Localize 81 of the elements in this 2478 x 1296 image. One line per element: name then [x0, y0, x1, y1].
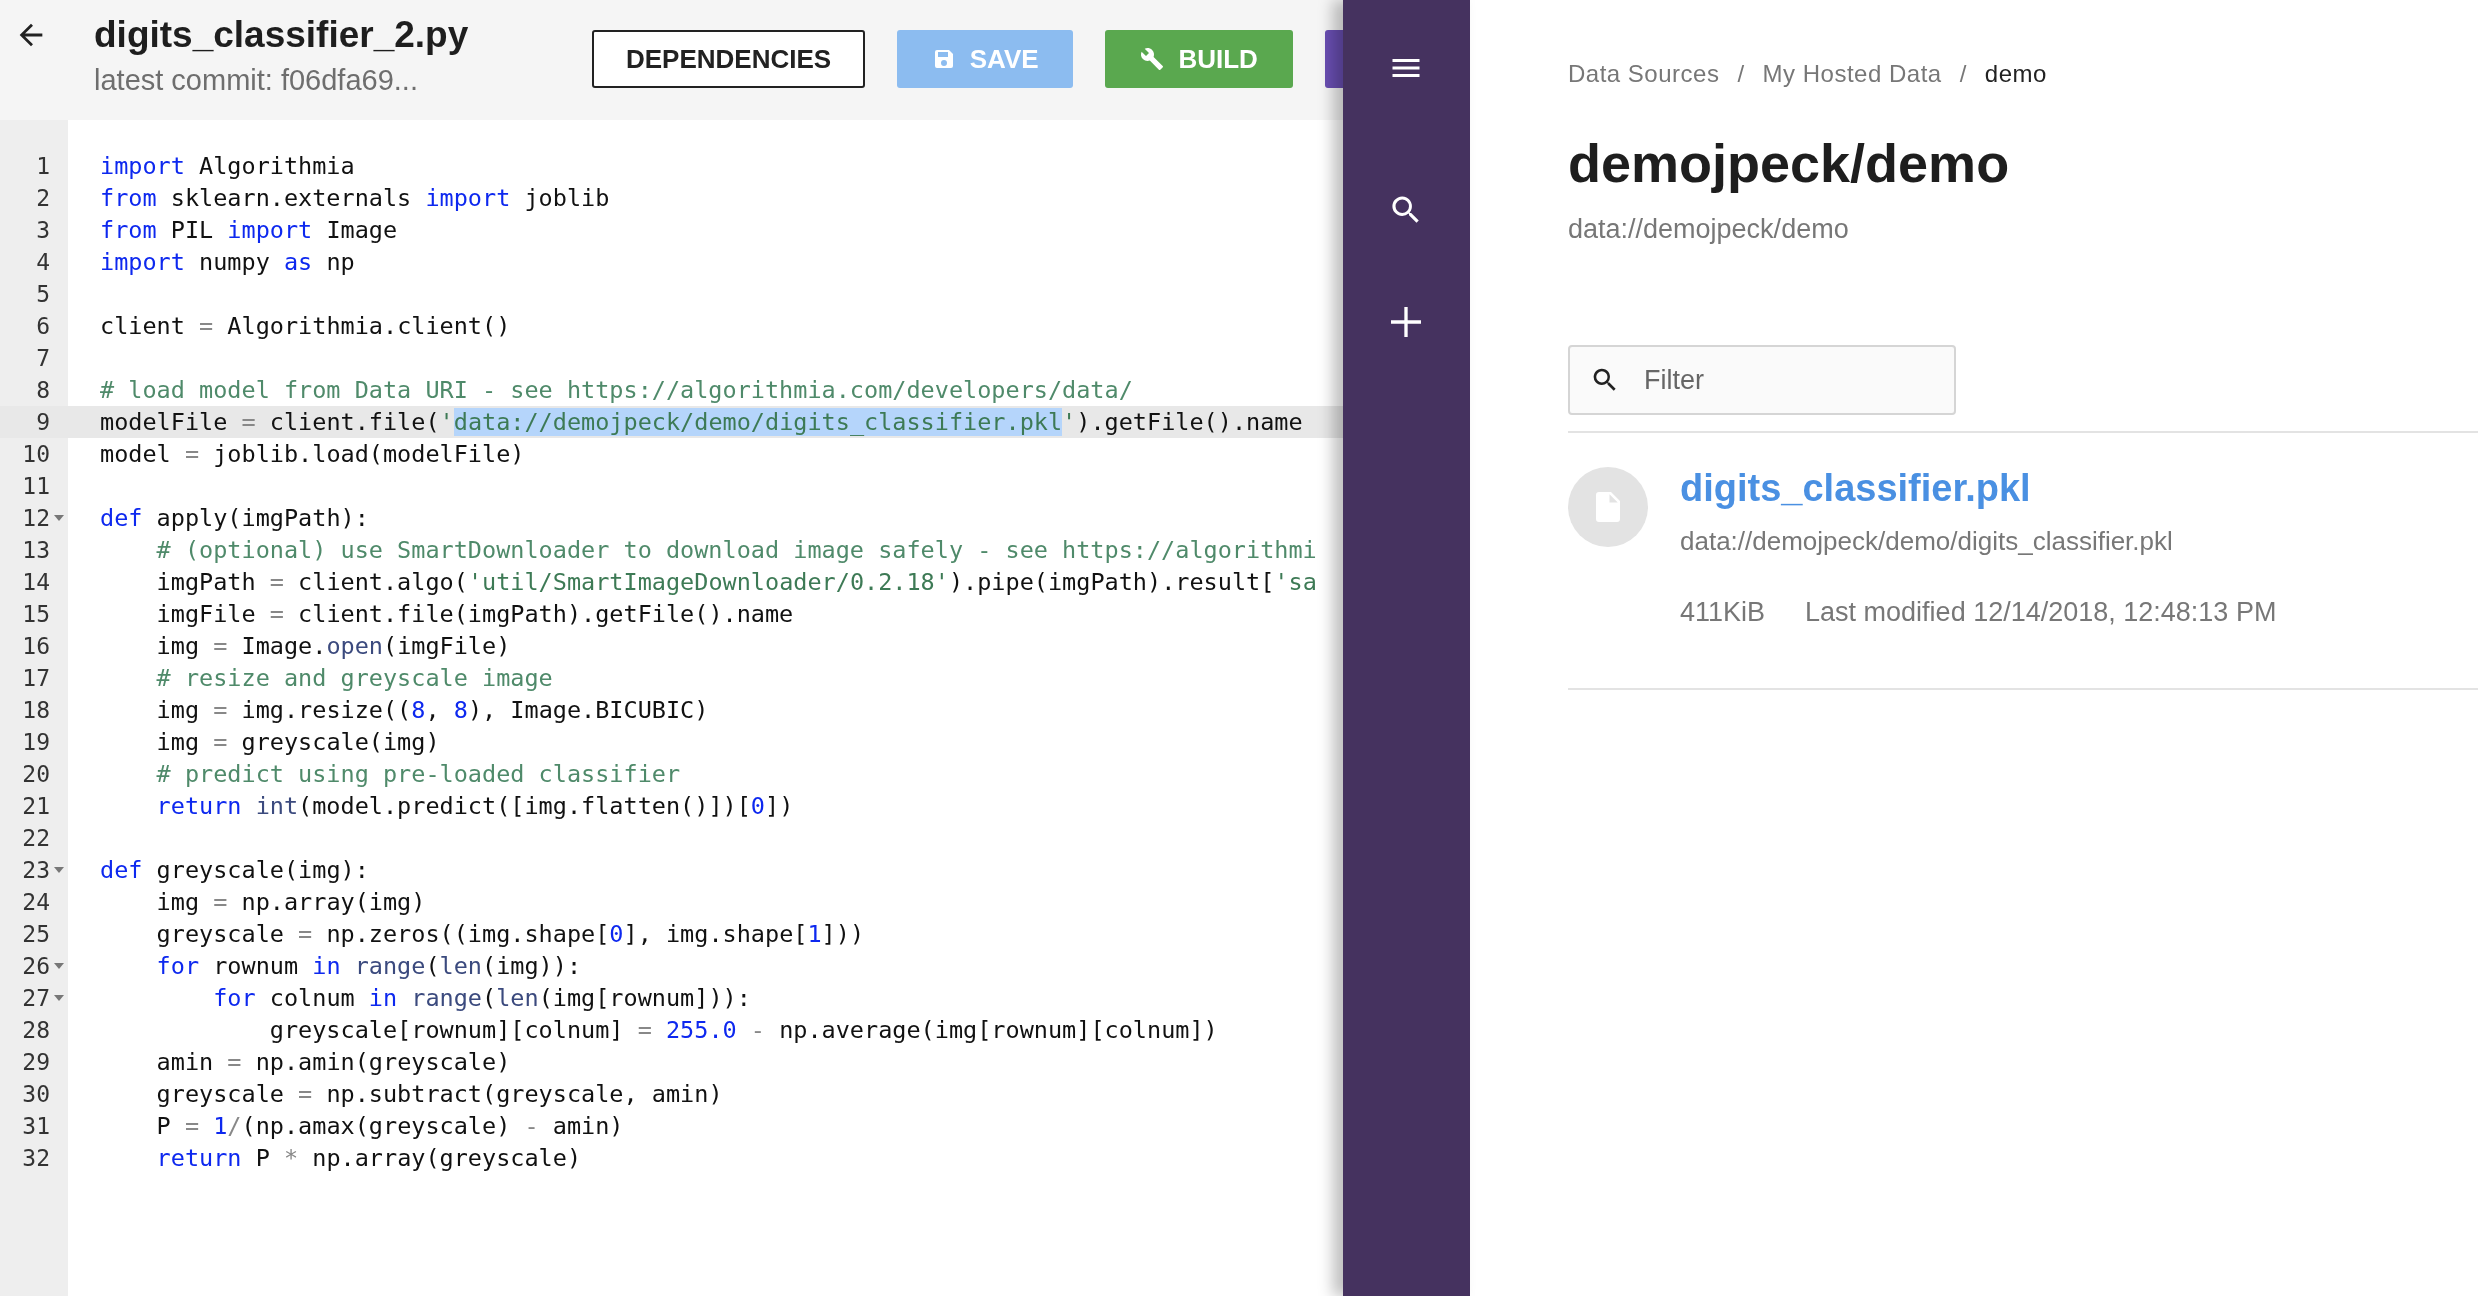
code-line: img = img.resize((8, 8), Image.BICUBIC)	[155, 696, 709, 724]
code-line: for rownum in range(len(img)):	[155, 952, 582, 980]
code-line: def greyscale(img):	[99, 856, 369, 884]
breadcrumb-separator: /	[1959, 60, 1967, 88]
line-number: 3	[36, 217, 50, 243]
code-line: def apply(imgPath):	[99, 504, 369, 532]
last-modified: Last modified 12/14/2018, 12:48:13 PM	[1805, 597, 2277, 628]
build-button[interactable]: BUILD	[1105, 30, 1294, 88]
filter-field[interactable]: Filter	[1568, 345, 1956, 415]
line-number: 13	[22, 537, 50, 563]
fold-caret-icon[interactable]	[54, 867, 64, 873]
line-number: 14	[22, 569, 50, 595]
line-number: 8	[36, 377, 50, 403]
line-number: 18	[22, 697, 50, 723]
line-number: 2	[36, 185, 50, 211]
file-uri: data://demojpeck/demo/digits_classifier.pkl	[1680, 526, 2174, 557]
file-size: 411KiB	[1680, 597, 1766, 628]
line-number: 28	[22, 1017, 50, 1043]
collection-title: demojpeck/demo	[1568, 132, 2010, 194]
code-line: # predict using pre-loaded classifier	[155, 760, 681, 788]
line-number: 21	[22, 793, 50, 819]
breadcrumb-link[interactable]: Data Sources	[1568, 60, 1720, 88]
code-line: client = Algorithmia.client()	[99, 312, 511, 340]
file-title: digits_classifier_2.py	[94, 14, 470, 56]
code-line: img = Image.open(imgFile)	[155, 632, 511, 660]
line-number: 25	[22, 921, 50, 947]
line-number: 12	[22, 505, 50, 531]
code-line: greyscale[rownum][colnum] = 255.0 - np.average(img[rownum][colnum])	[268, 1016, 1218, 1044]
breadcrumb-current[interactable]: demo	[1984, 60, 2047, 88]
line-number: 7	[36, 345, 50, 371]
code-line: greyscale = np.zeros((img.shape[0], img.shape[1]))	[155, 920, 865, 948]
breadcrumb-link[interactable]: My Hosted Data	[1762, 60, 1942, 88]
line-number: 6	[36, 313, 50, 339]
line-number: 26	[22, 953, 50, 979]
line-number: 22	[22, 825, 50, 851]
code-line: # resize and greyscale image	[155, 664, 553, 692]
line-number: 16	[22, 633, 50, 659]
file-name-link[interactable]: digits_classifier.pkl	[1680, 467, 2031, 509]
code-line: P = 1/(np.amax(greyscale) - amin)	[155, 1112, 624, 1140]
line-number: 9	[36, 409, 50, 435]
fold-caret-icon[interactable]	[54, 963, 64, 969]
line-number: 20	[22, 761, 50, 787]
code-line: model = joblib.load(modelFile)	[99, 440, 525, 468]
code-line: return int(model.predict([img.flatten()])[0])	[155, 792, 794, 820]
code-line: img = np.array(img)	[155, 888, 426, 916]
collection-uri: data://demojpeck/demo	[1568, 214, 1849, 245]
wrench-icon	[1140, 47, 1165, 71]
code-line: import Algorithmia	[99, 152, 355, 180]
line-number: 17	[22, 665, 50, 691]
code-line: import numpy as np	[99, 248, 355, 276]
fold-caret-icon[interactable]	[54, 515, 64, 521]
line-number: 10	[22, 441, 50, 467]
line-number: 30	[22, 1081, 50, 1107]
breadcrumb-separator: /	[1737, 60, 1745, 88]
code-line: greyscale = np.subtract(greyscale, amin)	[155, 1080, 723, 1108]
line-number: 19	[22, 729, 50, 755]
line-number: 1	[36, 153, 50, 179]
line-number: 24	[22, 889, 50, 915]
code-line: from sklearn.externals import joblib	[99, 184, 610, 212]
line-number: 31	[22, 1113, 50, 1139]
dependencies-button[interactable]: DEPENDENCIES	[592, 30, 866, 88]
code-line: imgPath = client.algo('util/SmartImageDownloader/0.2.18').pipe(imgPath).result['sa	[155, 568, 1317, 596]
code-line: from PIL import Image	[99, 216, 398, 244]
line-number: 27	[22, 985, 50, 1011]
fold-caret-icon[interactable]	[54, 995, 64, 1001]
line-number: 4	[36, 249, 50, 275]
line-number: 15	[22, 601, 50, 627]
code-line: modelFile = client.file('data://demojpeck/demo/digits_classifier.pkl').getFile().name	[99, 408, 1303, 436]
code-line: return P * np.array(greyscale)	[155, 1144, 582, 1172]
commit-label: latest commit: f06dfa69...	[94, 64, 419, 97]
line-number: 32	[22, 1145, 50, 1171]
code-line: imgFile = client.file(imgPath).getFile().name	[155, 600, 794, 628]
line-number: 29	[22, 1049, 50, 1075]
line-number: 11	[22, 473, 50, 499]
code-line: # (optional) use SmartDownloader to download image safely - see https://algorithmi	[155, 536, 1317, 564]
code-line: # load model from Data URI - see https://algorithmia.com/developers/data/	[99, 376, 1133, 404]
code-line: amin = np.amin(greyscale)	[155, 1048, 511, 1076]
code-line: img = greyscale(img)	[155, 728, 440, 756]
line-number: 23	[22, 857, 50, 883]
code-line: for colnum in range(len(img[rownum])):	[212, 984, 751, 1012]
line-number: 5	[36, 281, 50, 307]
